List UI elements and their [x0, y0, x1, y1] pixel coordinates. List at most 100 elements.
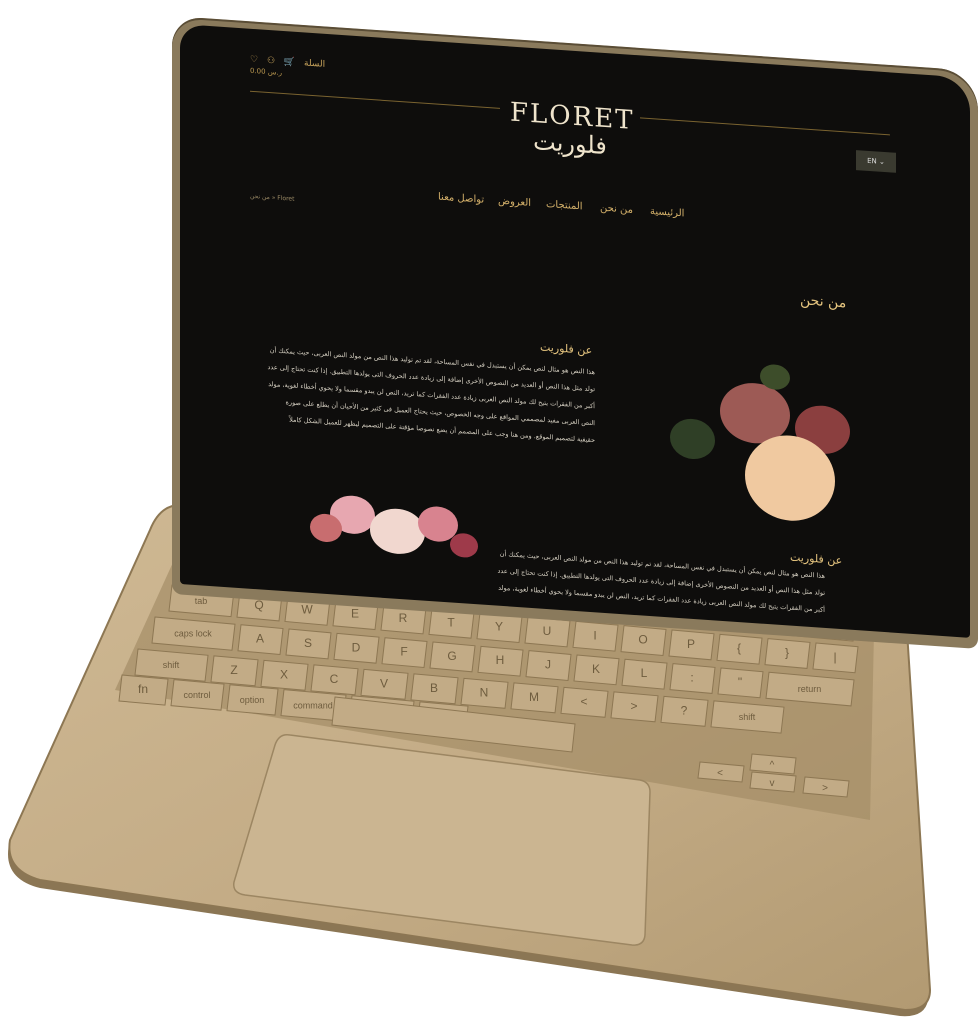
arrow-key-label: >: [822, 783, 828, 794]
chevron-down-icon: ⌄: [879, 157, 885, 167]
key-shift[interactable]: shift: [710, 700, 785, 734]
key-label: E: [351, 607, 359, 621]
key-s[interactable]: S: [285, 628, 332, 660]
about-paragraph-2: هذا النص هو مثال لنص يمكن أن يستبدل في ن…: [480, 544, 825, 619]
key-b[interactable]: B: [410, 673, 459, 705]
key-[interactable]: :: [669, 663, 716, 694]
key-label: <: [580, 694, 587, 708]
key-caps-lock[interactable]: caps lock: [151, 616, 236, 651]
key-x[interactable]: X: [260, 659, 309, 691]
key-g[interactable]: G: [429, 641, 476, 673]
key-label: >: [630, 699, 637, 713]
key-[interactable]: ?: [660, 695, 709, 727]
key-label: D: [352, 640, 361, 654]
user-icon[interactable]: ⚇: [267, 56, 275, 67]
header-line-right: [640, 117, 890, 136]
key-shift[interactable]: shift: [134, 648, 209, 682]
page-title: من نحن: [800, 292, 847, 312]
key-label: N: [480, 685, 489, 699]
key-label: ": [738, 675, 742, 689]
key-label: U: [543, 624, 552, 638]
key-z[interactable]: Z: [210, 655, 259, 687]
key-label: Y: [495, 620, 503, 634]
key-m[interactable]: M: [510, 682, 559, 714]
header-line-left: [250, 90, 500, 109]
key-label: K: [592, 662, 600, 676]
key-o[interactable]: O: [620, 625, 667, 657]
nav-item-offers[interactable]: العروض: [498, 196, 531, 209]
key-[interactable]: |: [812, 642, 859, 674]
nav-item-contact[interactable]: تواصل معنا: [438, 192, 484, 206]
key-fn[interactable]: fn: [118, 674, 169, 706]
key-control[interactable]: control: [170, 679, 225, 711]
key-d[interactable]: D: [333, 632, 380, 664]
laptop-mockup-scene: esc~!@#$%^&*()_+deletetabQWERTYUIOP{}|ca…: [0, 0, 979, 1024]
key-label: control: [183, 690, 210, 700]
key-a[interactable]: A: [237, 624, 284, 656]
logo[interactable]: FLORET فلوريت: [510, 97, 635, 160]
arrow-key[interactable]: >: [802, 776, 850, 798]
key-label: {: [737, 641, 741, 655]
key-j[interactable]: J: [525, 650, 572, 681]
key-label: option: [240, 695, 265, 705]
language-label: EN: [867, 156, 877, 166]
arrow-key[interactable]: <: [697, 761, 745, 783]
website-about-page: ♡ ⚇ 🛒 السلة 0.00 ر.س FLORET فلوريت EN ⌄ …: [180, 24, 970, 638]
language-select[interactable]: EN ⌄: [856, 150, 896, 173]
key-label: command: [293, 700, 333, 710]
cart-label: السلة: [304, 58, 326, 70]
key-label: }: [785, 646, 789, 660]
key-label: R: [399, 611, 408, 625]
cart-icon[interactable]: 🛒: [284, 57, 295, 68]
key-label: C: [330, 672, 339, 686]
key-label: F: [400, 645, 407, 659]
arrow-key-label: v: [770, 778, 775, 789]
pink-bouquet-image: [300, 472, 490, 575]
key-label: W: [301, 602, 313, 616]
key-label: return: [798, 684, 822, 694]
key-v[interactable]: V: [360, 668, 409, 700]
key-k[interactable]: K: [573, 654, 620, 686]
key-return[interactable]: return: [765, 671, 855, 707]
key-option[interactable]: option: [226, 684, 279, 716]
cart-total: 0.00 ر.س: [250, 66, 282, 77]
key-l[interactable]: L: [621, 658, 668, 690]
key-[interactable]: ": [717, 667, 764, 699]
nav-item-about[interactable]: من نحن: [600, 203, 633, 216]
key-[interactable]: }: [764, 638, 811, 669]
key-u[interactable]: U: [524, 616, 571, 648]
breadcrumb[interactable]: من نحن » Floret: [250, 193, 294, 203]
key-label: J: [545, 658, 551, 672]
key-c[interactable]: C: [310, 664, 359, 696]
key-label: X: [280, 667, 288, 681]
key-label: O: [638, 633, 647, 647]
nav-item-home[interactable]: الرئيسية: [650, 206, 684, 219]
key-h[interactable]: H: [477, 645, 524, 677]
key-[interactable]: {: [716, 633, 763, 665]
key-[interactable]: >: [610, 691, 659, 723]
key-label: S: [304, 636, 312, 650]
key-label: H: [496, 653, 505, 667]
arrow-key-label: ^: [770, 760, 775, 771]
key-label: tab: [195, 596, 208, 606]
key-label: P: [687, 637, 695, 651]
key-i[interactable]: I: [572, 620, 619, 652]
key-label: G: [447, 649, 456, 663]
key-label: caps lock: [174, 629, 212, 639]
key-f[interactable]: F: [381, 637, 428, 669]
arrow-key[interactable]: ^: [749, 753, 797, 775]
arrow-key[interactable]: v: [749, 771, 797, 793]
key-label: T: [447, 615, 455, 629]
key-[interactable]: <: [560, 686, 609, 718]
key-label: shift: [163, 660, 180, 670]
key-label: :: [690, 671, 693, 685]
about-heading: عن فلوريت: [540, 340, 593, 358]
key-label: A: [256, 632, 264, 646]
key-n[interactable]: N: [460, 677, 509, 709]
nav-item-products[interactable]: المنتجات: [546, 199, 583, 212]
heart-icon[interactable]: ♡: [250, 55, 258, 66]
key-label: fn: [138, 682, 148, 696]
key-label: B: [430, 681, 438, 695]
key-label: I: [593, 628, 596, 642]
key-p[interactable]: P: [668, 629, 715, 661]
